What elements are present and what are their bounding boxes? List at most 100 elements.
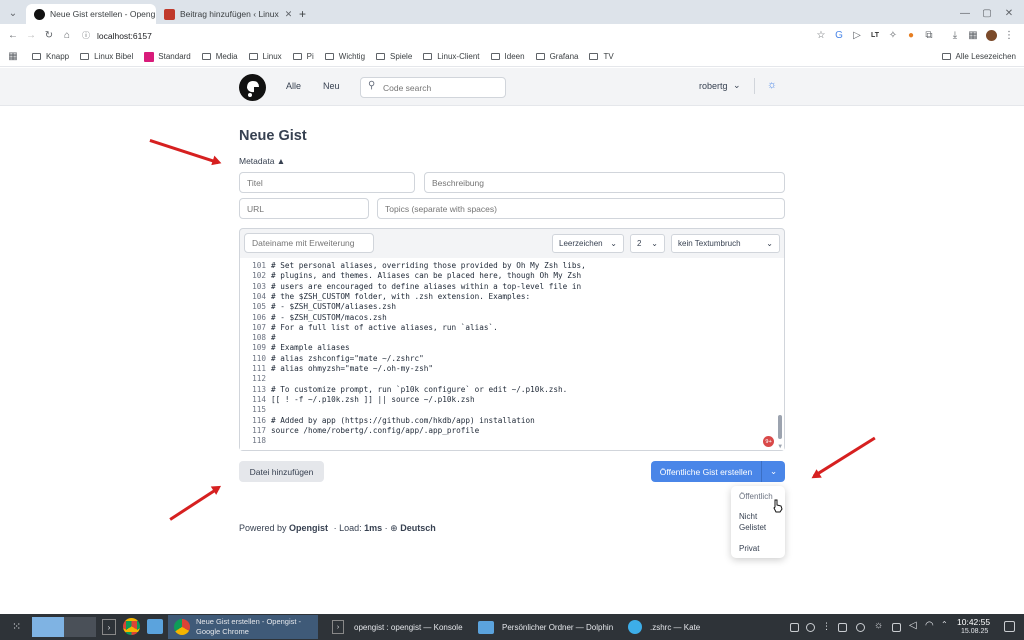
all-bookmarks[interactable]: Alle Lesezeichen	[941, 52, 1016, 61]
task-kate[interactable]: .zshrc — Kate	[624, 615, 724, 639]
scroll-down-icon[interactable]: ▼	[778, 443, 782, 450]
extensions-puzzle-icon[interactable]: ⧉	[920, 27, 938, 45]
language-selector[interactable]: Deutsch	[400, 523, 436, 533]
translate-extension-icon[interactable]: G	[830, 27, 848, 45]
extension-icon[interactable]: ✧	[884, 27, 902, 45]
lt-extension-icon[interactable]: LT	[866, 27, 884, 45]
scrollbar-thumb[interactable]	[778, 415, 782, 439]
play-extension-icon[interactable]: ▷	[848, 27, 866, 45]
opengist-logo[interactable]	[239, 74, 266, 101]
new-tab-button[interactable]: +	[291, 4, 314, 24]
chevron-down-icon[interactable]: ⌄	[733, 80, 741, 91]
bookmark-ideen[interactable]: Ideen	[490, 52, 525, 61]
theme-sun-icon[interactable]: ☼	[767, 79, 777, 91]
address-bar[interactable]: ⓘ localhost:6157	[82, 27, 772, 44]
task-konsole[interactable]: › opengist : opengist — Konsole	[326, 615, 466, 639]
chrome-launcher-icon[interactable]	[123, 618, 140, 635]
apps-grid-icon[interactable]: ▦	[4, 48, 22, 66]
title-input[interactable]	[239, 172, 415, 193]
bookmark-knapp[interactable]: Knapp	[32, 52, 69, 61]
chrome-icon	[174, 619, 190, 635]
line-number: 105	[252, 302, 266, 312]
metadata-toggle[interactable]: Metadata ▲	[239, 156, 285, 166]
bookmark-linux[interactable]: Linux	[248, 52, 282, 61]
bookmarks-bar: ▦ Knapp Linux Bibel Standard Media Linux…	[0, 47, 1024, 67]
site-info-icon[interactable]: ⓘ	[82, 30, 90, 41]
terminal-launcher-icon[interactable]: ›	[102, 619, 116, 635]
maximize-icon[interactable]: ▢	[978, 4, 996, 22]
extension-orange-icon[interactable]: ●	[902, 27, 920, 45]
url-input[interactable]	[239, 198, 369, 219]
tray-clipboard-icon[interactable]	[790, 623, 799, 632]
filename-input[interactable]	[244, 233, 374, 253]
line-number: 116	[252, 415, 266, 425]
folder-icon	[248, 53, 258, 60]
indent-size-select[interactable]: 2 ⌄	[630, 234, 665, 253]
nav-link-all[interactable]: Alle	[286, 81, 301, 91]
wrap-select[interactable]: kein Textumbruch ⌄	[671, 234, 780, 253]
tray-volume-icon[interactable]: ◁	[909, 620, 918, 631]
code-textarea[interactable]: 101 # Set personal aliases, overriding th…	[240, 258, 784, 450]
reload-icon[interactable]: ↻	[40, 27, 58, 45]
bookmark-media[interactable]: Media	[201, 52, 238, 61]
add-file-button[interactable]: Datei hinzufügen	[239, 461, 324, 482]
bookmark-pi[interactable]: Pi	[292, 52, 314, 61]
bookmark-wichtig[interactable]: Wichtig	[324, 52, 365, 61]
tray-brightness-icon[interactable]: ☼	[874, 620, 883, 631]
code-line: # - $ZSH_CUSTOM/macos.zsh	[271, 312, 387, 322]
browser-tab[interactable]: Beitrag hinzufügen ‹ Linux ✕	[156, 4, 291, 24]
virtual-desktop-1[interactable]	[32, 617, 64, 637]
bookmark-linux-bibel[interactable]: Linux Bibel	[80, 52, 133, 61]
tray-network-monitor-icon[interactable]	[856, 623, 865, 632]
tray-display-icon[interactable]	[892, 623, 901, 632]
code-line: # Set personal aliases, overriding those…	[271, 261, 586, 270]
browser-menu-icon[interactable]: ⋮	[1000, 27, 1018, 45]
description-input[interactable]	[424, 172, 785, 193]
indent-type-select[interactable]: Leerzeichen ⌄	[552, 234, 624, 253]
task-dolphin[interactable]: Persönlicher Ordner — Dolphin	[474, 615, 619, 639]
forward-icon[interactable]: →	[22, 27, 40, 45]
tray-updates-icon[interactable]	[806, 623, 815, 632]
footer-brand-link[interactable]: Opengist	[289, 523, 328, 533]
bookmark-spiele[interactable]: Spiele	[376, 52, 412, 61]
line-number: 115	[252, 405, 266, 415]
code-line: source /home/robertg/.config/app/.app_pr…	[271, 425, 480, 435]
profile-avatar[interactable]	[982, 27, 1000, 45]
virtual-desktop-2[interactable]	[64, 617, 96, 637]
option-unlisted[interactable]: Nicht Gelistet	[739, 512, 779, 533]
tab-groups-icon[interactable]: ▦	[964, 27, 982, 45]
line-number: 103	[252, 281, 266, 291]
minimize-icon[interactable]: —	[956, 4, 974, 22]
back-icon[interactable]: ←	[4, 27, 22, 45]
browser-tab-active[interactable]: Neue Gist erstellen - Openg ✕	[26, 4, 156, 24]
download-icon[interactable]: ⤓	[946, 27, 964, 45]
bookmark-linux-client[interactable]: Linux-Client	[423, 52, 480, 61]
folder-icon	[589, 53, 599, 60]
option-private[interactable]: Privat	[739, 544, 759, 553]
home-icon[interactable]: ⌂	[58, 27, 76, 45]
grammar-badge[interactable]: 9+	[763, 436, 774, 447]
visibility-dropdown-button[interactable]: ⌄	[761, 461, 785, 482]
user-menu[interactable]: robertg	[699, 81, 728, 91]
bookmark-star-icon[interactable]: ☆	[812, 27, 830, 45]
tab-search-icon[interactable]: ⌄	[4, 4, 22, 22]
app-launcher-icon[interactable]: ⁙	[12, 620, 21, 633]
dolphin-launcher-icon[interactable]	[147, 619, 163, 634]
option-public[interactable]: Öffentlich	[739, 492, 773, 501]
create-gist-button[interactable]: Öffentliche Gist erstellen	[651, 461, 761, 482]
tray-more-icon[interactable]: ⋮	[822, 621, 831, 631]
line-number: 113	[252, 384, 266, 394]
show-desktop-icon[interactable]	[1004, 621, 1015, 632]
tray-wifi-icon[interactable]: ◠	[925, 620, 934, 631]
topics-input[interactable]	[377, 198, 785, 219]
task-chrome[interactable]: Neue Gist erstellen - Opengist - Google …	[168, 615, 318, 639]
tray-expand-icon[interactable]: ⌃	[941, 620, 950, 629]
clock-time[interactable]: 10:42:55	[957, 617, 990, 627]
bookmark-grafana[interactable]: Grafana	[535, 52, 578, 61]
search-input[interactable]	[360, 77, 506, 98]
nav-link-new[interactable]: Neu	[323, 81, 340, 91]
tray-storage-icon[interactable]	[838, 623, 847, 632]
bookmark-tv[interactable]: TV	[589, 52, 614, 61]
close-window-icon[interactable]: ✕	[1000, 4, 1018, 22]
bookmark-standard[interactable]: Standard	[144, 51, 191, 62]
